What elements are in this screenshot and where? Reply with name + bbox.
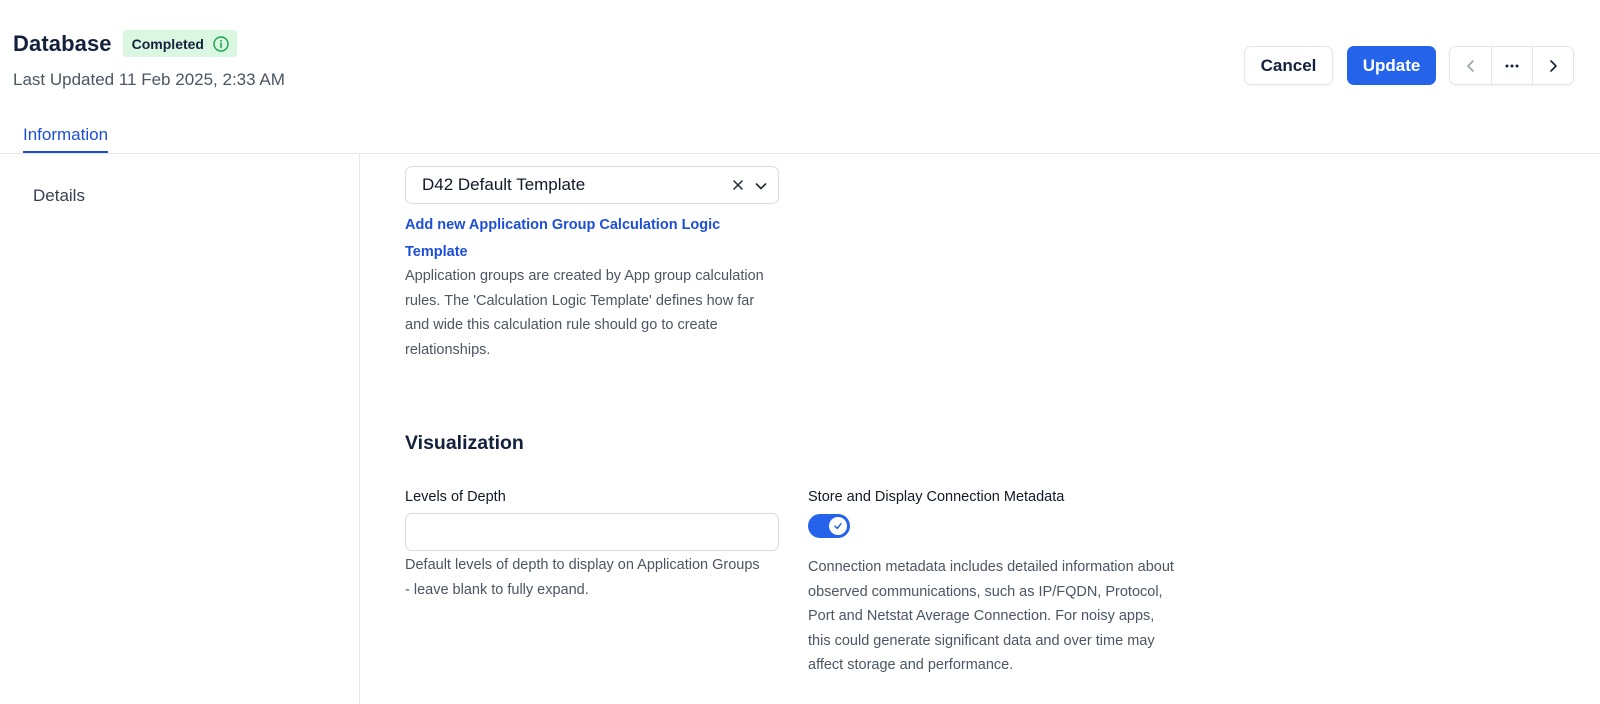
connection-metadata-label: Store and Display Connection Metadata	[808, 489, 1065, 505]
select-value: D42 Default Template	[422, 175, 586, 194]
chevron-left-icon	[1464, 59, 1478, 73]
connection-metadata-toggle[interactable]	[808, 514, 850, 538]
add-calculation-logic-template-link[interactable]: Add new Application Group Calculation Lo…	[405, 212, 765, 266]
calculation-logic-help-text: Application groups are created by App gr…	[405, 268, 764, 358]
header-actions: Cancel Update	[1244, 46, 1574, 85]
check-icon	[833, 521, 843, 531]
levels-of-depth-label: Levels of Depth	[405, 489, 506, 505]
calculation-logic-template-select[interactable]: D42 Default Template	[405, 166, 779, 204]
info-circle-icon[interactable]	[213, 35, 229, 52]
chevron-down-icon[interactable]	[754, 179, 768, 193]
levels-of-depth-input[interactable]	[405, 513, 779, 551]
previous-record-button[interactable]	[1450, 47, 1491, 84]
update-button[interactable]: Update	[1347, 46, 1436, 85]
connection-metadata-help-text: Connection metadata includes detailed in…	[808, 559, 1174, 673]
title-row: Database Completed	[13, 30, 237, 57]
page-title: Database	[13, 30, 112, 56]
status-badge: Completed	[122, 30, 237, 57]
visualization-section-title: Visualization	[405, 432, 524, 454]
toggle-knob	[829, 517, 847, 535]
levels-of-depth-help-text: Default levels of depth to display on Ap…	[405, 557, 760, 598]
tab-information[interactable]: Information	[23, 125, 109, 153]
record-navigation	[1449, 46, 1574, 85]
sidebar: Details	[0, 154, 360, 704]
last-updated-text: Last Updated 11 Feb 2025, 2:33 AM	[13, 70, 285, 89]
chevron-right-icon	[1546, 59, 1560, 73]
status-badge-label: Completed	[131, 35, 204, 52]
main-content: D42 Default Template Add new Application…	[361, 154, 1600, 704]
more-horizontal-icon	[1504, 59, 1520, 73]
close-icon[interactable]	[731, 178, 745, 192]
more-actions-button[interactable]	[1491, 47, 1532, 84]
cancel-button[interactable]: Cancel	[1244, 46, 1333, 85]
page-header: Database Completed Last Updated 11 Feb 2…	[0, 0, 1600, 154]
sidebar-item-details[interactable]: Details	[33, 186, 85, 206]
next-record-button[interactable]	[1532, 47, 1573, 84]
